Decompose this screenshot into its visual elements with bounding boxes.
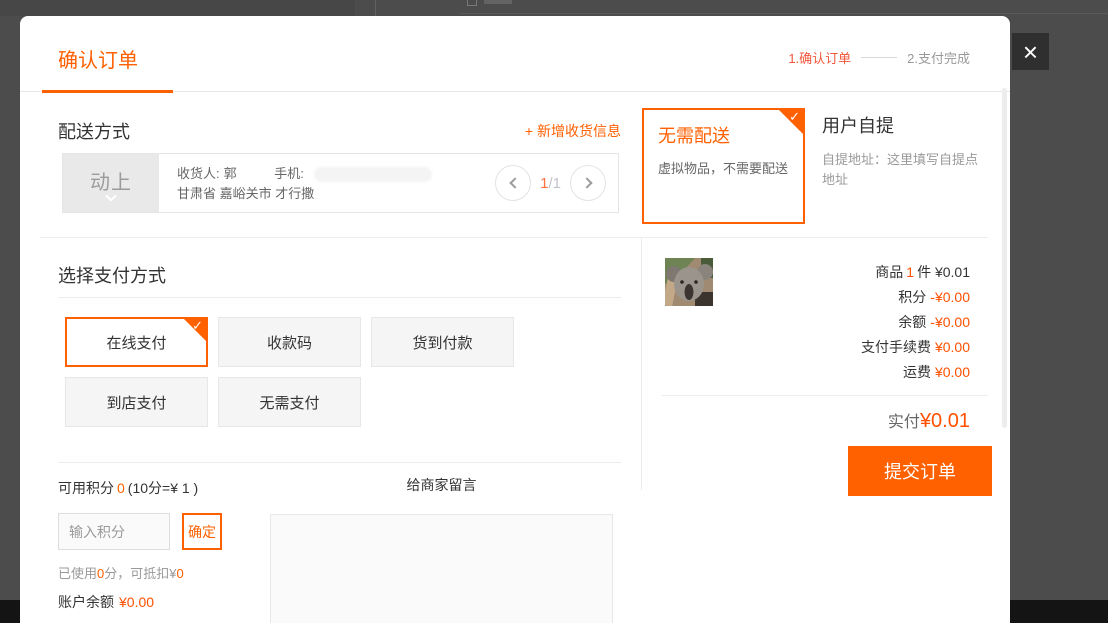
points-label: 可用积分 — [58, 480, 114, 496]
option-description: 虚拟物品，不需要配送 — [658, 158, 789, 177]
confirm-points-button[interactable]: 确定 — [182, 513, 222, 550]
address-tag[interactable]: 动上 — [63, 154, 159, 212]
check-icon: ✓ — [789, 110, 800, 123]
payment-title-divider — [58, 297, 621, 298]
total-label: 实付 — [888, 408, 920, 432]
points-usage-line: 已使用0分，可抵扣¥0 — [58, 563, 184, 582]
add-address-link[interactable]: + 新增收货信息 — [525, 121, 621, 141]
summary-line: 余额-¥0.00 — [861, 310, 970, 335]
product-thumbnail-koala — [665, 258, 713, 306]
background-text-fragment — [484, 0, 512, 4]
payment-method-label: 无需支付 — [259, 392, 319, 413]
phone-label: 手机: — [274, 166, 304, 181]
confirm-order-modal: 确认订单 1.确认订单 2.支付完成 配送方式 + 新增收货信息 动上 收货人:… — [20, 16, 1010, 623]
background-checkbox-icon — [467, 0, 477, 6]
account-balance-line: 账户余额 ¥0.00 — [58, 592, 154, 612]
step-confirm-order: 1.确认订单 — [788, 48, 851, 67]
active-tab-underline — [42, 90, 173, 93]
summary-divider — [662, 395, 988, 396]
payment-method-instore[interactable]: 到店支付 — [65, 377, 208, 427]
payment-method-cod[interactable]: 货到付款 — [371, 317, 514, 367]
payment-methods: ✓ 在线支付 收款码 货到付款 到店支付 无需支付 — [65, 317, 530, 427]
background-divider — [460, 13, 1108, 14]
order-summary-lines: 商品1件 ¥0.01 积分-¥0.00 余额-¥0.00 支付手续费¥0.00 … — [861, 260, 970, 385]
submit-order-button[interactable]: 提交订单 — [848, 446, 992, 496]
section-divider — [40, 237, 988, 238]
total-row: 实付 ¥0.01 — [888, 408, 970, 433]
chevron-right-icon — [581, 177, 592, 188]
checkout-steps: 1.确认订单 2.支付完成 — [788, 48, 970, 67]
points-input[interactable] — [58, 513, 170, 550]
summary-line: 支付手续费¥0.00 — [861, 335, 970, 360]
background-page-fragment — [0, 0, 355, 16]
step-connector — [861, 57, 897, 58]
merchant-message-textarea[interactable] — [270, 514, 613, 623]
close-button[interactable]: × — [1012, 33, 1049, 70]
balance-value: ¥0.00 — [119, 594, 154, 610]
payment-method-label: 在线支付 — [106, 332, 166, 353]
points-rate: (10分=¥ 1 ) — [128, 480, 198, 496]
payment-method-online[interactable]: ✓ 在线支付 — [65, 317, 208, 367]
close-icon: × — [1023, 39, 1038, 65]
available-points-line: 可用积分0(10分=¥ 1 ) — [58, 478, 198, 498]
payment-method-none[interactable]: 无需支付 — [218, 377, 361, 427]
receiver-name: 郭 — [224, 166, 237, 181]
column-divider — [641, 237, 642, 490]
page-title: 确认订单 — [58, 44, 138, 73]
next-address-button[interactable] — [570, 165, 606, 201]
delivery-option-self-pickup[interactable]: 用户自提 自提地址：这里填写自提点地址 — [822, 112, 982, 190]
payment-method-qrcode[interactable]: 收款码 — [218, 317, 361, 367]
points-value: 0 — [117, 480, 125, 496]
receiver-label: 收货人: — [177, 166, 220, 181]
delivery-option-no-shipping[interactable]: ✓ 无需配送 虚拟物品，不需要配送 — [642, 108, 805, 224]
address-region: 甘肃省 嘉峪关市 才行撒 — [177, 184, 432, 204]
option-description: 自提地址：这里填写自提点地址 — [822, 150, 982, 190]
payment-method-label: 货到付款 — [412, 332, 472, 353]
chevron-left-icon — [509, 177, 520, 188]
phone-number-redacted — [314, 167, 432, 182]
address-details: 收货人: 郭 手机: 甘肃省 嘉峪关市 才行撒 — [159, 154, 432, 212]
step-payment-complete: 2.支付完成 — [907, 48, 970, 67]
balance-label: 账户余额 — [58, 594, 114, 610]
address-card[interactable]: 动上 收货人: 郭 手机: 甘肃省 嘉峪关市 才行撒 1/1 — [62, 153, 619, 213]
modal-header: 确认订单 1.确认订单 2.支付完成 — [20, 16, 1010, 92]
scrollbar-thumb[interactable] — [1002, 88, 1007, 428]
check-icon: ✓ — [192, 319, 203, 332]
total-value: ¥0.01 — [920, 410, 970, 433]
option-title: 无需配送 — [658, 122, 789, 148]
payment-method-label: 到店支付 — [106, 392, 166, 413]
summary-line: 积分-¥0.00 — [861, 285, 970, 310]
points-section-divider — [58, 462, 621, 463]
summary-product-line: 商品1件 ¥0.01 — [861, 260, 970, 285]
merchant-message-label: 给商家留言 — [270, 475, 613, 495]
address-pagination: 1/1 — [495, 154, 618, 212]
background-divider — [375, 0, 376, 16]
prev-address-button[interactable] — [495, 165, 531, 201]
payment-method-label: 收款码 — [267, 332, 312, 353]
address-page-indicator: 1/1 — [540, 175, 561, 192]
delivery-section-title: 配送方式 — [58, 118, 130, 144]
payment-section-title: 选择支付方式 — [58, 262, 166, 288]
option-title: 用户自提 — [822, 112, 982, 138]
summary-line: 运费¥0.00 — [861, 360, 970, 385]
